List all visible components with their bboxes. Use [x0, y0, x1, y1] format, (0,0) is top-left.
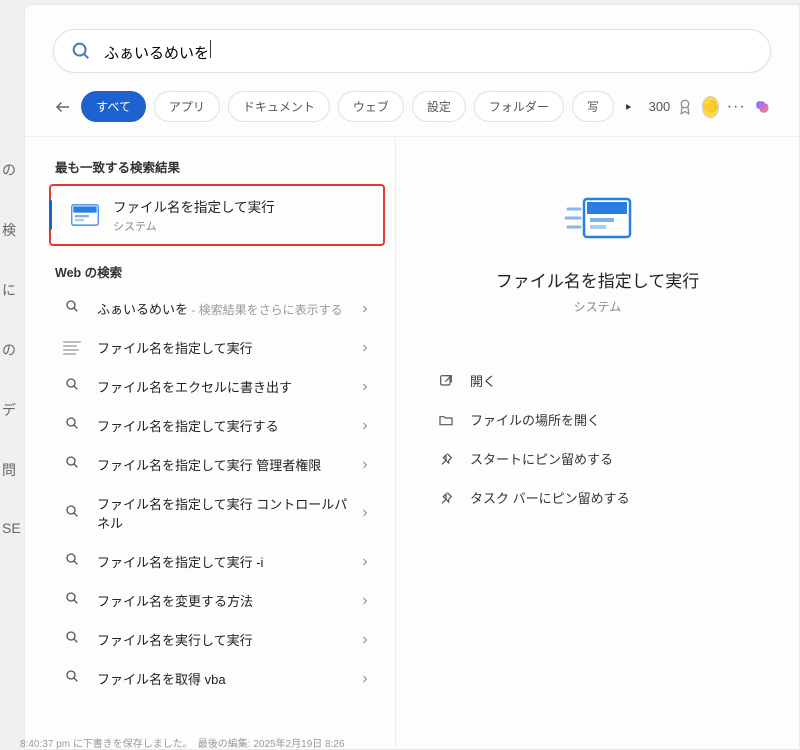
web-search-header: Web の検索 [41, 254, 393, 289]
filter-pill[interactable]: ウェブ [338, 91, 404, 122]
result-label: ファイル名を指定して実行 コントロールパネル [97, 494, 359, 532]
back-arrow-icon [54, 98, 72, 116]
result-label: ファイル名を実行して実行 [97, 630, 359, 649]
search-icon [64, 503, 80, 524]
detail-action[interactable]: タスク バーにピン留めする [430, 478, 765, 517]
action-label: スタートにピン留めする [470, 449, 613, 468]
action-label: ファイルの場所を開く [470, 410, 600, 429]
web-result-row[interactable]: ファイル名を変更する方法 [49, 581, 385, 620]
chevron-right-icon [359, 303, 371, 315]
web-result-row[interactable]: ファイル名をエクセルに書き出す [49, 367, 385, 406]
web-result-row[interactable]: ファイル名を取得 vba [49, 659, 385, 698]
action-label: 開く [470, 371, 496, 390]
user-avatar-icon[interactable]: 🟡 [702, 96, 718, 118]
web-result-row[interactable]: ファイル名を指定して実行 [49, 328, 385, 367]
overflow-play-icon[interactable] [624, 101, 633, 113]
footer-status-text: 8:40:37 pm に下書きを保存しました。 最後の編集: 2025年2月19… [20, 735, 345, 750]
search-icon [70, 40, 92, 62]
points-value: 300 [649, 99, 671, 114]
copilot-icon[interactable] [754, 95, 771, 119]
result-label: ファイル名を指定して実行 -i [97, 552, 359, 571]
document-lines-icon [63, 341, 81, 355]
result-label: ファイル名を指定して実行する [97, 416, 359, 435]
back-button[interactable] [53, 93, 73, 121]
search-icon [64, 454, 80, 475]
folder-icon [438, 412, 454, 428]
content-area: 最も一致する検索結果 ファイル名を指定して実行 システム Web の検索 ふぁい… [25, 137, 799, 749]
rewards-points[interactable]: 300 [649, 98, 695, 116]
run-dialog-large-icon [562, 191, 634, 245]
detail-actions: 開くファイルの場所を開くスタートにピン留めするタスク バーにピン留めする [420, 361, 775, 517]
search-icon [64, 376, 80, 397]
result-label: ファイル名を取得 vba [97, 669, 359, 688]
search-icon [64, 415, 80, 436]
search-icon [64, 551, 80, 572]
detail-card: ファイル名を指定して実行 システム [420, 161, 775, 335]
chevron-right-icon [359, 381, 371, 393]
web-result-row[interactable]: ファイル名を指定して実行 管理者権限 [49, 445, 385, 484]
chevron-right-icon [359, 634, 371, 646]
web-result-row[interactable]: ファイル名を指定して実行 コントロールパネル [49, 484, 385, 542]
result-label: ふぁいるめいを - 検索結果をさらに表示する [97, 299, 359, 318]
more-dots-icon[interactable]: ··· [727, 98, 746, 116]
pin-icon [438, 490, 454, 506]
detail-action[interactable]: ファイルの場所を開く [430, 400, 765, 439]
detail-subtitle: システム [574, 298, 622, 315]
best-match-header: 最も一致する検索結果 [41, 149, 393, 184]
chevron-right-icon [359, 595, 371, 607]
filter-pill[interactable]: すべて [81, 91, 146, 122]
web-result-row[interactable]: ファイル名を指定して実行する [49, 406, 385, 445]
search-icon [64, 629, 80, 650]
search-icon [64, 590, 80, 611]
best-match-title: ファイル名を指定して実行 [113, 196, 275, 216]
filter-pill[interactable]: 写 [572, 91, 614, 122]
action-label: タスク バーにピン留めする [470, 488, 630, 507]
run-dialog-icon [71, 204, 99, 226]
chevron-right-icon [359, 673, 371, 685]
result-label: ファイル名を変更する方法 [97, 591, 359, 610]
best-match-subtitle: システム [113, 218, 275, 234]
search-icon [64, 668, 80, 689]
selection-marker [49, 200, 52, 230]
filter-pill[interactable]: フォルダー [474, 91, 564, 122]
chevron-right-icon [359, 459, 371, 471]
result-label: ファイル名を指定して実行 [97, 338, 359, 357]
result-label: ファイル名を指定して実行 管理者権限 [97, 455, 359, 474]
chevron-right-icon [359, 556, 371, 568]
chevron-right-icon [359, 420, 371, 432]
filter-row: すべてアプリドキュメントウェブ設定フォルダー写 300 🟡 ··· [25, 81, 799, 137]
web-result-row[interactable]: ファイル名を指定して実行 -i [49, 542, 385, 581]
pin-icon [438, 451, 454, 467]
web-result-row[interactable]: ふぁいるめいを - 検索結果をさらに表示する [49, 289, 385, 328]
detail-title: ファイル名を指定して実行 [496, 267, 700, 292]
chevron-right-icon [359, 342, 371, 354]
background-obscured-text: の検にのデ問SE [0, 120, 23, 576]
detail-column: ファイル名を指定して実行 システム 開くファイルの場所を開くスタートにピン留めす… [395, 137, 799, 749]
search-panel: ふぁいるめいを すべてアプリドキュメントウェブ設定フォルダー写 300 🟡 ··… [24, 4, 800, 750]
result-label: ファイル名をエクセルに書き出す [97, 377, 359, 396]
filter-pill[interactable]: ドキュメント [228, 91, 330, 122]
chevron-right-icon [359, 507, 371, 519]
filter-pill[interactable]: 設定 [412, 91, 466, 122]
reward-ribbon-icon [676, 98, 694, 116]
detail-action[interactable]: スタートにピン留めする [430, 439, 765, 478]
filter-pill[interactable]: アプリ [154, 91, 220, 122]
search-input[interactable]: ふぁいるめいを [104, 40, 754, 63]
web-result-row[interactable]: ファイル名を実行して実行 [49, 620, 385, 659]
detail-action[interactable]: 開く [430, 361, 765, 400]
best-match-result[interactable]: ファイル名を指定して実行 システム [49, 184, 385, 246]
search-icon [64, 298, 80, 319]
search-bar[interactable]: ふぁいるめいを [53, 29, 771, 73]
open-icon [438, 373, 454, 389]
results-column: 最も一致する検索結果 ファイル名を指定して実行 システム Web の検索 ふぁい… [25, 137, 395, 749]
